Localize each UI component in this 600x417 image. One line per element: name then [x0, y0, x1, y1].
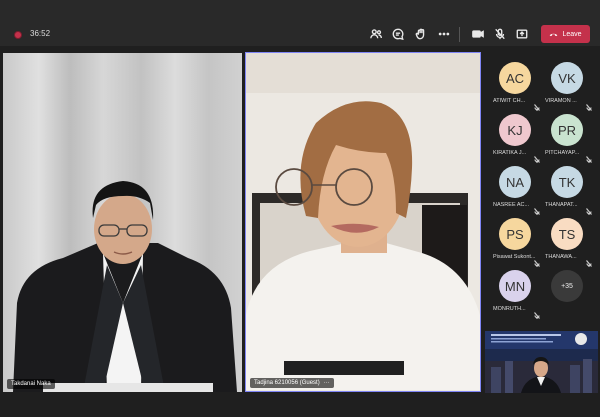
participant-name: ATIWIT CH... [493, 98, 526, 104]
avatar: TS [551, 218, 583, 250]
avatar: PR [551, 114, 583, 146]
leave-button[interactable]: Leave [541, 25, 590, 43]
raise-hand-icon[interactable] [414, 27, 428, 41]
camera-icon[interactable] [471, 27, 485, 41]
video-tile-takdanai[interactable]: Takdanai Naka [3, 53, 242, 392]
meeting-toolbar: 36:52 Leave [0, 0, 600, 46]
participant-name: MONRUTH... [493, 306, 526, 312]
participant-avatar-cell[interactable]: PS Pisawat Sukont... [487, 209, 543, 267]
participant-avatar-cell[interactable]: TS THANAWA... [539, 209, 595, 267]
participant-name: Takdanai Naka [11, 381, 51, 387]
self-video [485, 331, 598, 393]
mic-off-icon [586, 254, 592, 267]
avatar: KJ [499, 114, 531, 146]
share-icon[interactable] [515, 27, 529, 41]
video-tile-tadjina[interactable]: Tadjina 6210056 (Guest) ··· [245, 52, 481, 392]
participant-avatar-cell[interactable]: PR PITCHAYAP... [539, 105, 595, 163]
participant-video [13, 181, 237, 392]
participant-avatar-cell[interactable]: MN MONRUTH... [487, 261, 543, 319]
participant-name: PITCHAYAP... [545, 150, 580, 156]
more-options-icon[interactable]: ··· [324, 380, 330, 386]
chat-icon[interactable] [391, 27, 405, 41]
avatar: PS [499, 218, 531, 250]
self-view-video[interactable] [485, 331, 598, 393]
phone-hangup-icon [550, 33, 558, 36]
recording-indicator-icon [14, 31, 22, 39]
participant-avatar-cell[interactable]: AC ATIWIT CH... [487, 53, 543, 111]
participant-name: NASREE AC... [493, 202, 530, 208]
participant-name-tag: Takdanai Naka [7, 379, 55, 389]
participant-video [246, 53, 480, 390]
more-participants-button[interactable]: +35 [539, 261, 595, 313]
participant-name: Pisawat Sukont... [493, 254, 536, 260]
avatar: TK [551, 166, 583, 198]
participant-name: KIRATIKA J... [493, 150, 527, 156]
mic-off-icon [586, 150, 592, 163]
participant-name: THANAWA... [545, 254, 577, 260]
overflow-count: +35 [551, 270, 583, 302]
participant-name-tag: Tadjina 6210056 (Guest) ··· [250, 378, 334, 388]
avatar: VK [551, 62, 583, 94]
participant-avatar-cell[interactable]: KJ KIRATIKA J... [487, 105, 543, 163]
avatar: MN [499, 270, 531, 302]
more-icon[interactable] [437, 27, 451, 41]
participant-avatar-cell[interactable]: TK THANAPAT... [539, 157, 595, 215]
participant-name: Tadjina 6210056 (Guest) [254, 380, 320, 386]
mic-off-icon[interactable] [493, 27, 507, 41]
people-icon[interactable] [369, 27, 383, 41]
participant-avatar-cell[interactable]: NA NASREE AC... [487, 157, 543, 215]
participant-name: VIRAMON ... [545, 98, 577, 104]
participant-avatar-cell[interactable]: VK VIRAMON ... [539, 53, 595, 111]
leave-label: Leave [562, 30, 582, 38]
participant-name: THANAPAT... [545, 202, 578, 208]
meeting-timer: 36:52 [30, 29, 51, 38]
mic-off-icon [586, 98, 592, 111]
toolbar-divider [459, 27, 460, 42]
avatar: NA [499, 166, 531, 198]
mic-off-icon [586, 202, 592, 215]
avatar: AC [499, 62, 531, 94]
